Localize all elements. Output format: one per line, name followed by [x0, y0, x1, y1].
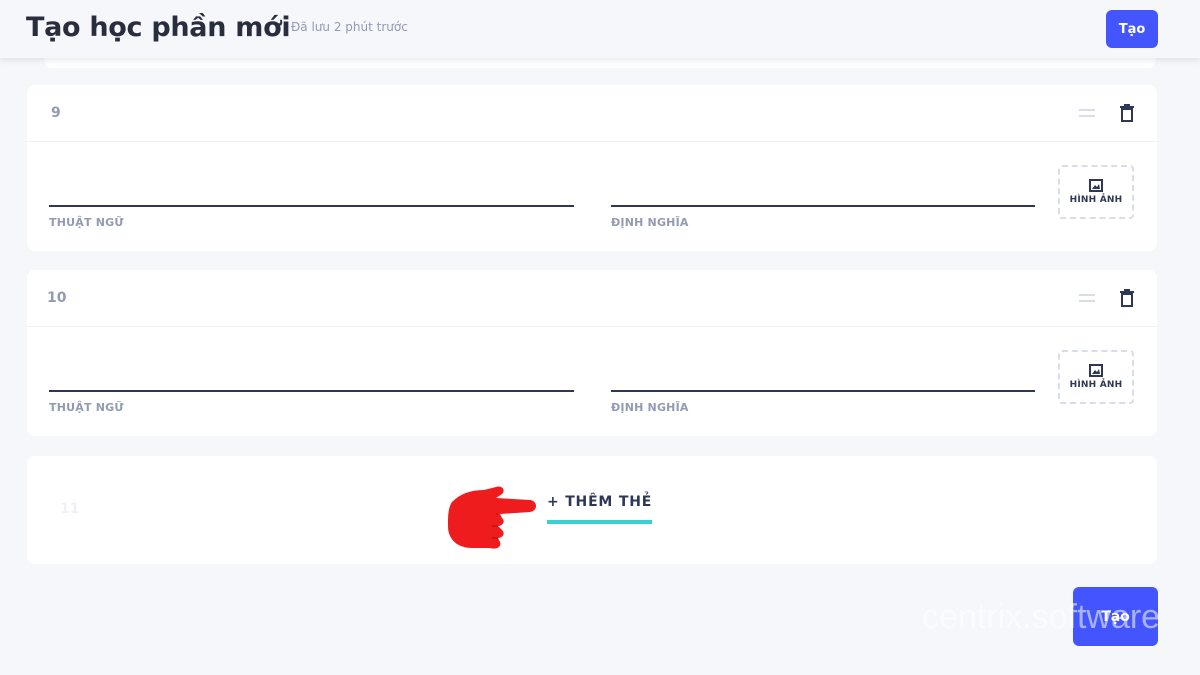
saved-status: Đã lưu 2 phút trước: [291, 20, 408, 34]
definition-input[interactable]: [611, 390, 1035, 392]
term-input[interactable]: [49, 205, 574, 207]
add-image-button[interactable]: HÌNH ẢNH: [1058, 165, 1134, 219]
create-button-bottom[interactable]: Tạo: [1073, 587, 1158, 646]
image-icon: [1089, 364, 1103, 377]
drag-handle-icon[interactable]: [1079, 109, 1095, 117]
top-header: Tạo học phần mới Đã lưu 2 phút trước Tạo: [0, 0, 1200, 58]
term-label: THUẬT NGỮ: [49, 216, 124, 229]
card-header: 10: [27, 270, 1157, 327]
add-card-button[interactable]: + THÊM THẺ: [547, 494, 653, 524]
create-button-top[interactable]: Tạo: [1106, 10, 1158, 48]
pointing-hand-icon: [448, 486, 536, 549]
term-card: 10 THUẬT NGỮ ĐỊNH NGHĨA HÌNH ẢNH: [27, 270, 1157, 436]
next-card-number: 11: [60, 501, 80, 517]
drag-handle-icon[interactable]: [1079, 294, 1095, 302]
definition-input[interactable]: [611, 205, 1035, 207]
image-button-label: HÌNH ẢNH: [1069, 195, 1123, 205]
definition-label: ĐỊNH NGHĨA: [611, 401, 689, 414]
trash-icon[interactable]: [1119, 289, 1135, 307]
term-label: THUẬT NGỮ: [49, 401, 124, 414]
image-button-label: HÌNH ẢNH: [1069, 380, 1123, 390]
definition-label: ĐỊNH NGHĨA: [611, 216, 689, 229]
page-title: Tạo học phần mới: [26, 12, 291, 43]
card-number: 9: [51, 105, 61, 121]
image-icon: [1089, 179, 1103, 192]
add-card-row: 11 + THÊM THẺ: [27, 456, 1157, 564]
term-card: 9 THUẬT NGỮ ĐỊNH NGHĨA HÌNH ẢNH: [27, 85, 1157, 251]
term-input[interactable]: [49, 390, 574, 392]
card-number: 10: [47, 290, 67, 306]
add-image-button[interactable]: HÌNH ẢNH: [1058, 350, 1134, 404]
card-header: 9: [27, 85, 1157, 142]
trash-icon[interactable]: [1119, 104, 1135, 122]
